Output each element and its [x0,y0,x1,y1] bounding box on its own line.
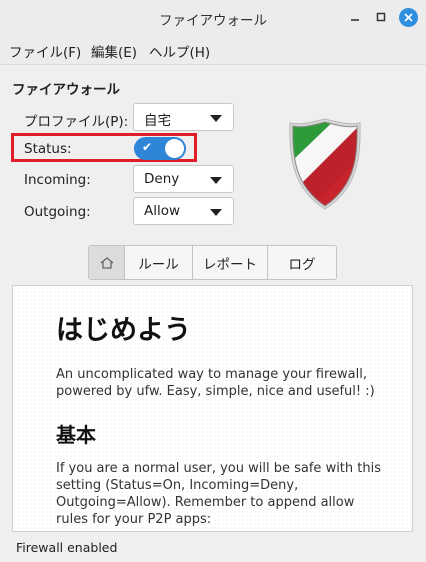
gufw-shield-logo [289,118,361,210]
outgoing-select[interactable]: Allow [133,197,234,225]
outgoing-label: Outgoing: [24,204,91,220]
profile-select[interactable]: 自宅 [133,103,234,131]
status-label: Status: [24,141,72,157]
chevron-down-icon [210,115,222,122]
check-icon: ✔ [142,140,153,154]
toggle-knob [165,139,184,158]
profile-value: 自宅 [144,113,171,129]
section-title: ファイアウォール [12,82,120,98]
status-toggle[interactable]: ✔ [134,137,186,160]
incoming-select[interactable]: Deny [133,165,234,193]
help-basic: If you are a normal user, you will be sa… [56,461,381,527]
tab-log[interactable]: ログ [268,246,336,279]
tab-rules[interactable]: ルール [125,246,193,279]
help-content-pane[interactable]: はじめよう An uncomplicated way to manage you… [12,285,413,532]
outgoing-value: Allow [144,203,181,219]
title-bar: ファイアウォール [0,0,426,34]
tab-bar: ルール レポート ログ [88,245,337,280]
tab-report[interactable]: レポート [193,246,268,279]
maximize-button[interactable] [372,8,390,26]
incoming-label: Incoming: [24,172,91,188]
close-icon [404,13,413,22]
menu-edit[interactable]: 編集(E) [91,41,137,61]
tab-home[interactable] [89,246,125,279]
minimize-button[interactable] [346,8,364,26]
profile-label: プロファイル(P): [24,114,129,130]
menu-file[interactable]: ファイル(F) [9,41,81,61]
minimize-icon [351,19,359,21]
help-subheading: 基本 [56,423,96,447]
help-intro: An uncomplicated way to manage your fire… [56,367,375,399]
chevron-down-icon [210,209,222,216]
home-icon [100,256,113,269]
incoming-value: Deny [144,171,180,187]
status-bar-text: Firewall enabled [16,540,118,555]
menu-help[interactable]: ヘルプ(H) [149,41,210,61]
maximize-icon [376,12,386,22]
menu-bar: ファイル(F) 編集(E) ヘルプ(H) [0,34,426,65]
help-heading: はじめよう [56,315,191,346]
close-button[interactable] [399,8,418,27]
chevron-down-icon [210,177,222,184]
